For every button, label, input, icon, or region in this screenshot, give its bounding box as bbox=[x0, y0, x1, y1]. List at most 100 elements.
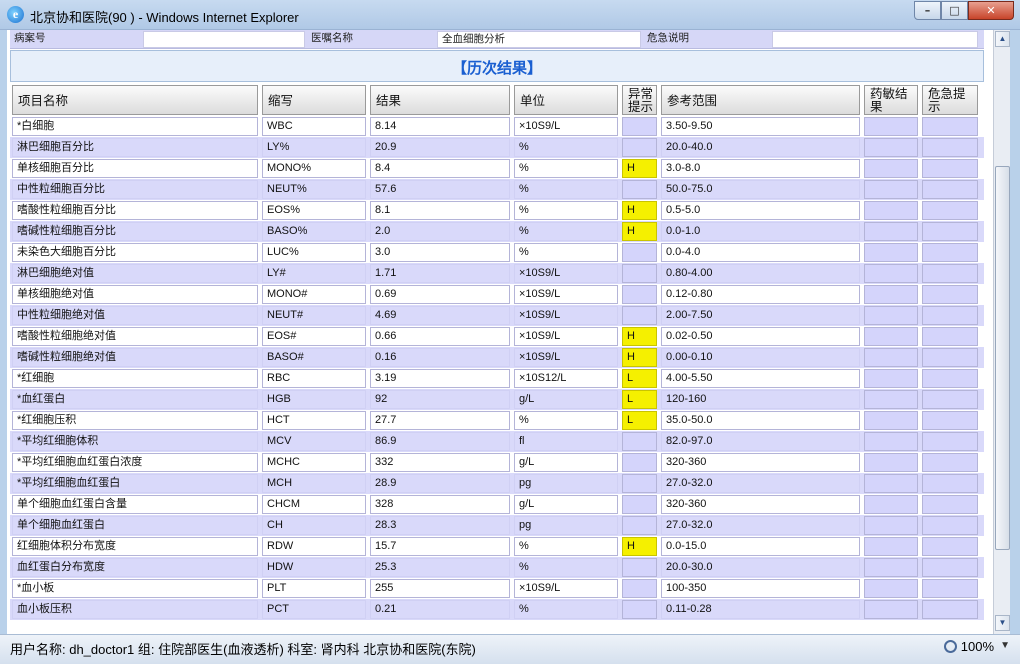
cell-abbr[interactable]: MCH bbox=[262, 474, 366, 493]
cell-drug-result[interactable] bbox=[864, 600, 918, 619]
cell-drug-result[interactable] bbox=[864, 516, 918, 535]
table-row[interactable]: 嗜碱性粒细胞绝对值 BASO# 0.16 ×10S9/L H 0.00-0.10 bbox=[10, 347, 984, 368]
col-header-unit[interactable]: 单位 bbox=[514, 85, 618, 115]
cell-item-name[interactable]: *平均红细胞体积 bbox=[12, 432, 258, 451]
cell-danger-note[interactable] bbox=[922, 516, 978, 535]
cell-drug-result[interactable] bbox=[864, 138, 918, 157]
cell-drug-result[interactable] bbox=[864, 390, 918, 409]
cell-danger-note[interactable] bbox=[922, 159, 978, 178]
cell-result[interactable]: 57.6 bbox=[370, 180, 510, 199]
cell-unit[interactable]: ×10S9/L bbox=[514, 306, 618, 325]
cell-result[interactable]: 92 bbox=[370, 390, 510, 409]
cell-abbr[interactable]: PCT bbox=[262, 600, 366, 619]
cell-abbr[interactable]: BASO% bbox=[262, 222, 366, 241]
cell-danger-note[interactable] bbox=[922, 411, 978, 430]
cell-result[interactable]: 255 bbox=[370, 579, 510, 598]
cell-range[interactable]: 0.12-0.80 bbox=[661, 285, 860, 304]
cell-range[interactable]: 20.0-30.0 bbox=[661, 558, 860, 577]
cell-danger-note[interactable] bbox=[922, 369, 978, 388]
cell-flag[interactable]: H bbox=[622, 537, 657, 556]
table-row[interactable]: 中性粒细胞百分比 NEUT% 57.6% 50.0-75.0 bbox=[10, 179, 984, 200]
cell-flag[interactable]: H bbox=[622, 201, 657, 220]
cell-result[interactable]: 0.66 bbox=[370, 327, 510, 346]
cell-range[interactable]: 320-360 bbox=[661, 453, 860, 472]
cell-unit[interactable]: % bbox=[514, 159, 618, 178]
cell-abbr[interactable]: WBC bbox=[262, 117, 366, 136]
cell-danger-note[interactable] bbox=[922, 201, 978, 220]
table-row[interactable]: 嗜酸性粒细胞绝对值 EOS# 0.66 ×10S9/L H 0.02-0.50 bbox=[10, 326, 984, 347]
cell-flag[interactable]: L bbox=[622, 390, 657, 409]
cell-result[interactable]: 4.69 bbox=[370, 306, 510, 325]
cell-abbr[interactable]: RBC bbox=[262, 369, 366, 388]
cell-unit[interactable]: g/L bbox=[514, 495, 618, 514]
table-row[interactable]: 单个细胞血红蛋白 CH 28.3 pg 27.0-32.0 bbox=[10, 515, 984, 536]
cell-range[interactable]: 27.0-32.0 bbox=[661, 516, 860, 535]
cell-abbr[interactable]: LY# bbox=[262, 264, 366, 283]
cell-item-name[interactable]: 血红蛋白分布宽度 bbox=[12, 558, 258, 577]
cell-unit[interactable]: ×10S9/L bbox=[514, 264, 618, 283]
table-row[interactable]: 单核细胞百分比 MONO% 8.4% H 3.0-8.0 bbox=[10, 158, 984, 179]
cell-danger-note[interactable] bbox=[922, 537, 978, 556]
cell-drug-result[interactable] bbox=[864, 495, 918, 514]
cell-flag[interactable] bbox=[622, 117, 657, 136]
cell-drug-result[interactable] bbox=[864, 432, 918, 451]
cell-result[interactable]: 8.1 bbox=[370, 201, 510, 220]
cell-danger-note[interactable] bbox=[922, 432, 978, 451]
col-header-name[interactable]: 项目名称 bbox=[12, 85, 258, 115]
cell-drug-result[interactable] bbox=[864, 348, 918, 367]
scroll-down-arrow-icon[interactable]: ▼ bbox=[995, 615, 1010, 631]
cell-flag[interactable]: L bbox=[622, 369, 657, 388]
table-row[interactable]: *平均红细胞血红蛋白浓度 MCHC 332 g/L 320-360 bbox=[10, 452, 984, 473]
cell-abbr[interactable]: CH bbox=[262, 516, 366, 535]
col-header-danger[interactable]: 危急提 示 bbox=[922, 85, 978, 115]
cell-result[interactable]: 0.69 bbox=[370, 285, 510, 304]
cell-unit[interactable]: ×10S9/L bbox=[514, 285, 618, 304]
cell-abbr[interactable]: PLT bbox=[262, 579, 366, 598]
cell-danger-note[interactable] bbox=[922, 390, 978, 409]
cell-result[interactable]: 3.0 bbox=[370, 243, 510, 262]
cell-flag[interactable]: L bbox=[622, 411, 657, 430]
cell-unit[interactable]: % bbox=[514, 411, 618, 430]
cell-drug-result[interactable] bbox=[864, 579, 918, 598]
cell-unit[interactable]: % bbox=[514, 243, 618, 262]
cell-result[interactable]: 0.16 bbox=[370, 348, 510, 367]
cell-abbr[interactable]: NEUT% bbox=[262, 180, 366, 199]
cell-item-name[interactable]: 嗜酸性粒细胞百分比 bbox=[12, 201, 258, 220]
cell-item-name[interactable]: 嗜酸性粒细胞绝对值 bbox=[12, 327, 258, 346]
cell-flag[interactable]: H bbox=[622, 159, 657, 178]
cell-abbr[interactable]: NEUT# bbox=[262, 306, 366, 325]
cell-drug-result[interactable] bbox=[864, 306, 918, 325]
table-row[interactable]: *白细胞 WBC 8.14 ×10S9/L 3.50-9.50 bbox=[10, 116, 984, 137]
cell-unit[interactable]: fl bbox=[514, 432, 618, 451]
cell-range[interactable]: 3.50-9.50 bbox=[661, 117, 860, 136]
cell-flag[interactable] bbox=[622, 558, 657, 577]
cell-item-name[interactable]: 红细胞体积分布宽度 bbox=[12, 537, 258, 556]
cell-unit[interactable]: % bbox=[514, 537, 618, 556]
cell-item-name[interactable]: 未染色大细胞百分比 bbox=[12, 243, 258, 262]
table-row[interactable]: *红细胞压积 HCT 27.7% L 35.0-50.0 bbox=[10, 410, 984, 431]
minimize-button[interactable]: – bbox=[914, 1, 941, 20]
cell-item-name[interactable]: 中性粒细胞百分比 bbox=[12, 180, 258, 199]
cell-result[interactable]: 28.9 bbox=[370, 474, 510, 493]
cell-danger-note[interactable] bbox=[922, 306, 978, 325]
cell-abbr[interactable]: LUC% bbox=[262, 243, 366, 262]
table-row[interactable]: *平均红细胞血红蛋白 MCH 28.9 pg 27.0-32.0 bbox=[10, 473, 984, 494]
cell-result[interactable]: 28.3 bbox=[370, 516, 510, 535]
cell-danger-note[interactable] bbox=[922, 138, 978, 157]
zoom-dropdown-icon[interactable]: ▼ bbox=[1000, 640, 1010, 651]
cell-item-name[interactable]: *血红蛋白 bbox=[12, 390, 258, 409]
cell-flag[interactable] bbox=[622, 600, 657, 619]
cell-flag[interactable] bbox=[622, 138, 657, 157]
cell-drug-result[interactable] bbox=[864, 369, 918, 388]
cell-drug-result[interactable] bbox=[864, 474, 918, 493]
cell-result[interactable]: 3.19 bbox=[370, 369, 510, 388]
cell-item-name[interactable]: *平均红细胞血红蛋白 bbox=[12, 474, 258, 493]
cell-unit[interactable]: % bbox=[514, 138, 618, 157]
cell-unit[interactable]: % bbox=[514, 201, 618, 220]
cell-danger-note[interactable] bbox=[922, 243, 978, 262]
cell-range[interactable]: 0.0-4.0 bbox=[661, 243, 860, 262]
cell-flag[interactable] bbox=[622, 516, 657, 535]
cell-item-name[interactable]: *红细胞 bbox=[12, 369, 258, 388]
table-row[interactable]: *血红蛋白 HGB 92 g/L L 120-160 bbox=[10, 389, 984, 410]
table-row[interactable]: *血小板 PLT 255 ×10S9/L 100-350 bbox=[10, 578, 984, 599]
